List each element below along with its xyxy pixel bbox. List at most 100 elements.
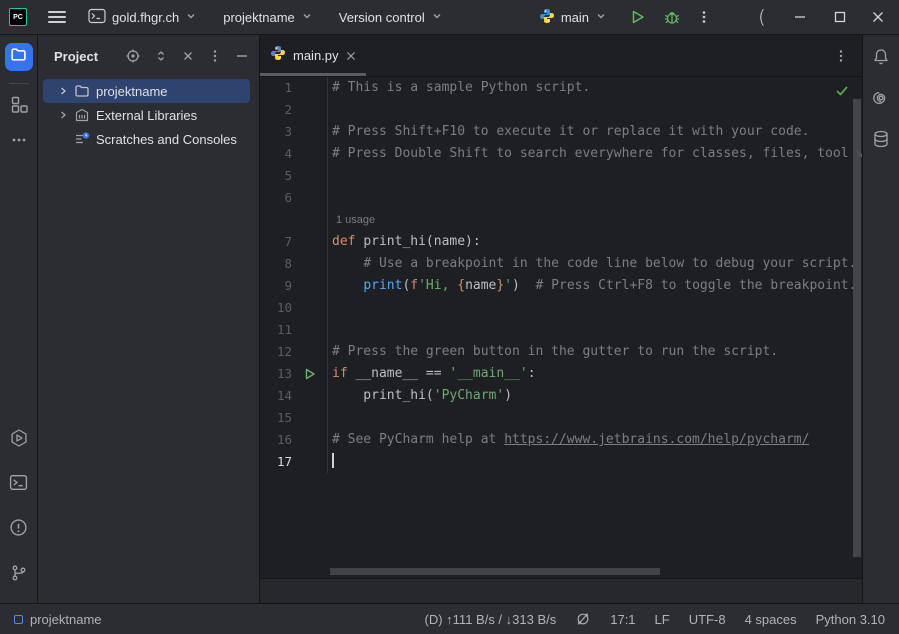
tree-item-external-libraries[interactable]: External Libraries: [43, 103, 250, 127]
vcs-widget[interactable]: Version control: [337, 6, 445, 29]
line-separator-widget[interactable]: LF: [655, 612, 670, 627]
project-tool-button[interactable]: [5, 43, 33, 71]
tab-label: main.py: [293, 48, 339, 63]
status-project-widget[interactable]: projektname: [14, 612, 102, 627]
more-tool-windows-button[interactable]: [5, 128, 33, 156]
code-line[interactable]: 9 print(f'Hi, {name}') # Press Ctrl+F8 t…: [260, 275, 862, 297]
code-line[interactable]: 3# Press Shift+F10 to execute it or repl…: [260, 121, 862, 143]
vcs-widget-label: Version control: [339, 10, 425, 25]
chevron-right-icon[interactable]: [57, 110, 69, 120]
code-line[interactable]: 15: [260, 407, 862, 429]
terminal-tool-button[interactable]: [5, 471, 33, 499]
database-tool-button[interactable]: [871, 129, 891, 149]
tree-item-label: Scratches and Consoles: [96, 132, 237, 147]
horizontal-scrollbar[interactable]: [330, 568, 660, 575]
code-line[interactable]: 6: [260, 187, 862, 209]
tree-item-label: projektname: [96, 84, 168, 99]
tab-close-icon[interactable]: [346, 51, 356, 61]
gutter-run-icon[interactable]: [292, 363, 327, 385]
interpreter-widget[interactable]: Python 3.10: [816, 612, 885, 627]
right-activity-bar: [862, 35, 899, 603]
python-logo-icon: [539, 8, 555, 27]
close-button[interactable]: [863, 2, 893, 32]
code-line[interactable]: 16# See PyCharm help at https://www.jetb…: [260, 429, 862, 451]
chevron-down-icon: [431, 10, 443, 25]
code-line[interactable]: 11: [260, 319, 862, 341]
maximize-button[interactable]: [825, 2, 855, 32]
code-editor[interactable]: 1# This is a sample Python script.23# Pr…: [260, 77, 862, 578]
ellipsis-icon: [11, 132, 27, 153]
project-selector[interactable]: projektname: [221, 6, 315, 29]
collapse-all-icon[interactable]: [181, 49, 195, 63]
active-tab-indicator: [260, 73, 366, 76]
code-line[interactable]: 13if __name__ == '__main__':: [260, 363, 862, 385]
status-bar: projektname (D) ↑111 B/s / ↓313 B/s 17:1…: [0, 603, 899, 634]
select-opened-file-icon[interactable]: [125, 48, 141, 64]
ssh-target-label: gold.fhgr.ch: [112, 10, 179, 25]
chevron-down-icon: [301, 10, 313, 25]
version-control-tool-button[interactable]: [5, 561, 33, 589]
folder-icon: [10, 46, 27, 68]
ssh-target-selector[interactable]: gold.fhgr.ch: [86, 4, 199, 31]
usages-inlay-hint: 1 usage: [336, 214, 375, 226]
inspections-ok-icon[interactable]: [835, 84, 849, 103]
code-lines: 1# This is a sample Python script.23# Pr…: [260, 77, 862, 473]
folder-icon: [74, 83, 90, 99]
project-status-icon: [14, 615, 23, 624]
caret-position-widget[interactable]: 17:1: [610, 612, 635, 627]
editor-area: main.py 1# This is a sample Python scrip…: [260, 35, 862, 603]
code-line[interactable]: 5: [260, 165, 862, 187]
vertical-scrollbar[interactable]: [853, 99, 861, 557]
editor-options-kebab-icon[interactable]: [834, 35, 862, 76]
problems-icon: [9, 518, 28, 542]
options-kebab-icon[interactable]: [208, 49, 222, 63]
structure-icon: [10, 95, 28, 118]
ai-assistant-tool-button[interactable]: [871, 88, 891, 108]
run-configuration-selector[interactable]: main: [537, 4, 609, 31]
python-file-icon: [270, 45, 286, 66]
code-line[interactable]: 7def print_hi(name):: [260, 231, 862, 253]
hide-panel-icon[interactable]: [235, 49, 249, 63]
more-actions-icon[interactable]: [689, 2, 719, 32]
status-project-label: projektname: [30, 612, 102, 627]
tab-main-py[interactable]: main.py: [260, 35, 366, 76]
debug-button[interactable]: [657, 2, 687, 32]
code-line[interactable]: 17: [260, 451, 862, 473]
chevron-right-icon[interactable]: [57, 86, 69, 96]
crescent-icon[interactable]: (: [747, 2, 777, 32]
services-tool-button[interactable]: [5, 426, 33, 454]
tree-item-projektname[interactable]: projektname: [43, 79, 250, 103]
code-inlay-row[interactable]: 1 usage: [260, 209, 862, 231]
chevron-down-icon: [185, 10, 197, 25]
notifications-tool-button[interactable]: [871, 47, 891, 67]
git-branch-icon: [10, 564, 28, 587]
encoding-widget[interactable]: UTF-8: [689, 612, 726, 627]
inspections-highlight-icon[interactable]: [575, 611, 591, 627]
code-line[interactable]: 12# Press the green button in the gutter…: [260, 341, 862, 363]
pycharm-logo: PC: [9, 8, 27, 26]
expand-all-icon[interactable]: [154, 49, 168, 63]
project-selector-label: projektname: [223, 10, 295, 25]
tree-item-scratches[interactable]: Scratches and Consoles: [43, 127, 250, 151]
code-line[interactable]: 10: [260, 297, 862, 319]
scratches-icon: [74, 131, 90, 147]
text-caret: [332, 453, 334, 468]
code-line[interactable]: 14 print_hi('PyCharm'): [260, 385, 862, 407]
main-menu-icon[interactable]: [48, 11, 66, 23]
editor-bottom-strip: [260, 578, 862, 603]
library-icon: [74, 107, 90, 123]
problems-tool-button[interactable]: [5, 516, 33, 544]
network-speed-widget[interactable]: (D) ↑111 B/s / ↓313 B/s: [425, 612, 557, 627]
minimize-button[interactable]: [785, 2, 815, 32]
project-tree: projektname External Libraries: [38, 77, 259, 151]
run-button[interactable]: [623, 2, 653, 32]
code-line[interactable]: 4# Press Double Shift to search everywhe…: [260, 143, 862, 165]
title-bar: PC gold.fhgr.ch projektname Version cont…: [0, 0, 899, 35]
indent-widget[interactable]: 4 spaces: [745, 612, 797, 627]
code-line[interactable]: 2: [260, 99, 862, 121]
tree-item-label: External Libraries: [96, 108, 197, 123]
pycharm-window: PC gold.fhgr.ch projektname Version cont…: [0, 0, 899, 634]
structure-tool-button[interactable]: [5, 92, 33, 120]
code-line[interactable]: 1# This is a sample Python script.: [260, 77, 862, 99]
code-line[interactable]: 8 # Use a breakpoint in the code line be…: [260, 253, 862, 275]
